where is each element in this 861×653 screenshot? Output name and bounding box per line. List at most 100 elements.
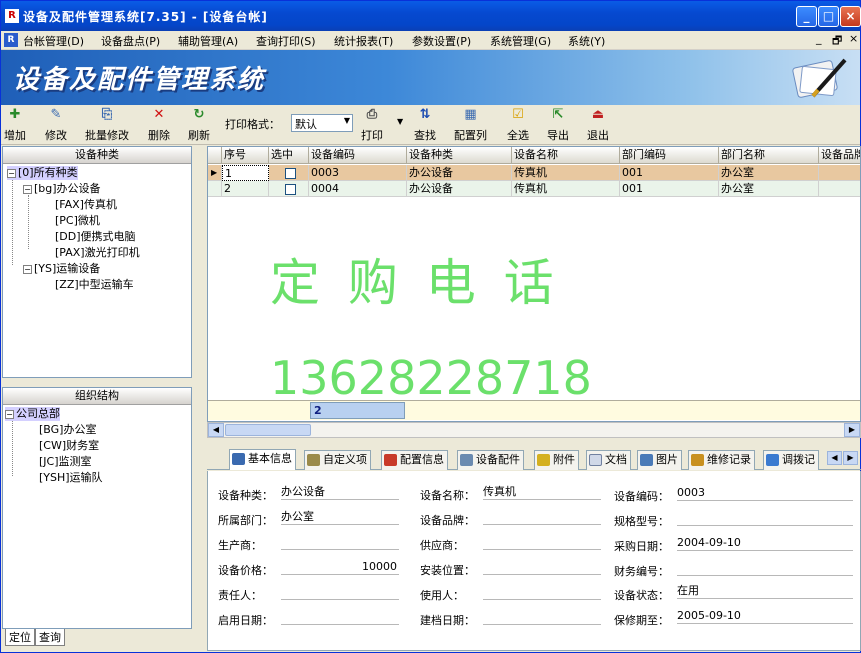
collapse-icon[interactable]: − (23, 264, 32, 274)
supplier-field[interactable] (483, 535, 601, 550)
find-button[interactable]: ⇅ 查找 (414, 107, 436, 143)
scroll-right-icon[interactable]: ▶ (844, 423, 860, 437)
tab-config-info[interactable]: 配置信息 (381, 450, 448, 470)
cell-no[interactable]: 1 (222, 165, 269, 181)
tab-device-parts[interactable]: 设备配件 (457, 450, 524, 470)
purchase-date-field[interactable]: 2004-09-10 (677, 536, 853, 551)
device-name-field[interactable]: 传真机 (483, 485, 601, 500)
maker-field[interactable] (281, 535, 399, 550)
device-code-field[interactable]: 0003 (677, 486, 853, 501)
menu-ledger[interactable]: 台帐管理(D) (23, 33, 84, 49)
minimize-button[interactable]: _ (796, 6, 817, 27)
dept-field[interactable]: 办公室 (281, 510, 399, 525)
mdi-restore-icon[interactable]: 🗗 (832, 32, 842, 51)
tree-node-laser-printer[interactable]: [PAX]激光打印机 (55, 246, 140, 260)
col-header-selected[interactable]: 选中 (269, 147, 309, 164)
tab-repair-records[interactable]: 维修记录 (688, 450, 755, 470)
mdi-minimize-icon[interactable]: _ (816, 32, 822, 45)
print-button[interactable]: ⎙ 打印 (361, 107, 383, 143)
row-checkbox[interactable] (285, 183, 296, 195)
print-format-select[interactable]: 默认 ▼ (291, 114, 353, 132)
scroll-left-icon[interactable]: ◀ (208, 423, 224, 437)
tab-transfer[interactable]: 调拨记 (763, 450, 819, 470)
tree-node-laptop[interactable]: [DD]便携式电脑 (55, 230, 136, 244)
tree-node-finance[interactable]: [CW]财务室 (39, 439, 99, 453)
collapse-icon[interactable]: − (5, 409, 14, 419)
add-button[interactable]: ✚ 增加 (4, 107, 26, 143)
parts-icon (460, 454, 473, 466)
owner-field[interactable] (281, 585, 399, 600)
menu-system[interactable]: 系统(Y) (568, 33, 605, 49)
device-type-field[interactable]: 办公设备 (281, 485, 399, 500)
menu-parameters[interactable]: 参数设置(P) (412, 33, 471, 49)
tab-query[interactable]: 查询 (35, 629, 65, 646)
select-all-button[interactable]: ☑ 全选 (507, 107, 529, 143)
user-field[interactable] (483, 585, 601, 600)
tree-node-monitoring[interactable]: [JC]监测室 (39, 455, 92, 469)
tab-basic-info[interactable]: 基本信息 (229, 449, 296, 470)
warranty-field[interactable]: 2005-09-10 (677, 609, 853, 624)
menu-reports[interactable]: 统计报表(T) (334, 33, 393, 49)
maximize-button[interactable]: □ (818, 6, 839, 27)
collapse-icon[interactable]: − (23, 184, 32, 194)
menu-system-admin[interactable]: 系统管理(G) (490, 33, 551, 49)
refresh-button[interactable]: ↻ 刷新 (188, 107, 210, 143)
menu-query-print[interactable]: 查询打印(S) (256, 33, 316, 49)
menu-auxiliary[interactable]: 辅助管理(A) (178, 33, 238, 49)
grid-horizontal-scrollbar[interactable]: ◀ ▶ (207, 422, 861, 438)
price-field[interactable]: 10000 (281, 560, 399, 575)
edit-button[interactable]: ✎ 修改 (45, 107, 67, 143)
collapse-icon[interactable]: − (7, 168, 16, 178)
col-header-device-code[interactable]: 设备编码 (309, 147, 407, 164)
exit-button[interactable]: ⏏ 退出 (587, 107, 609, 143)
tree-node-transport-team[interactable]: [YSH]运输队 (39, 471, 103, 485)
print-dropdown-icon[interactable]: ▼ (397, 117, 403, 126)
dept-label: 所属部门： (218, 514, 273, 527)
close-button[interactable]: × (840, 6, 861, 27)
tab-locate[interactable]: 定位 (5, 629, 35, 646)
install-location-field[interactable] (483, 560, 601, 575)
brand-field[interactable] (483, 510, 601, 525)
tree-node-all-types[interactable]: − [0]所有种类 (7, 166, 78, 180)
tabs-scroll-right-icon[interactable]: ▶ (843, 451, 858, 465)
tabs-scroll-left-icon[interactable]: ◀ (827, 451, 842, 465)
table-row[interactable]: ▶ 1 0003 办公设备 传真机 001 办公室 (208, 165, 860, 181)
price-label: 设备价格： (218, 564, 273, 577)
start-date-field[interactable] (281, 610, 399, 625)
col-header-dept-code[interactable]: 部门编码 (620, 147, 719, 164)
tree-node-pc[interactable]: [PC]微机 (55, 214, 100, 228)
row-checkbox[interactable] (285, 167, 296, 179)
tree-node-transport[interactable]: − [YS]运输设备 (23, 262, 100, 276)
tree-node-headquarters[interactable]: − 公司总部 (5, 407, 60, 421)
tab-documents[interactable]: 文档 (586, 450, 631, 470)
batch-edit-button[interactable]: ⎘ 批量修改 (85, 107, 129, 143)
tab-custom-items[interactable]: 自定义项 (304, 450, 371, 470)
export-button[interactable]: ⇱ 导出 (547, 107, 569, 143)
model-field[interactable] (677, 511, 853, 526)
scroll-thumb[interactable] (225, 424, 311, 436)
file-date-field[interactable] (483, 610, 601, 625)
tree-node-office-equipment[interactable]: − [bg]办公设备 (23, 182, 101, 196)
tree-node-office[interactable]: [BG]办公室 (39, 423, 96, 437)
tab-images[interactable]: 图片 (637, 450, 682, 470)
device-status-field[interactable]: 在用 (677, 584, 853, 599)
col-header-dept-name[interactable]: 部门名称 (719, 147, 819, 164)
tree-line (12, 420, 13, 476)
col-header-device-name[interactable]: 设备名称 (512, 147, 620, 164)
delete-button[interactable]: ✕ 删除 (148, 107, 170, 143)
mdi-close-icon[interactable]: × (849, 32, 858, 45)
tab-attachments[interactable]: 附件 (534, 450, 579, 470)
tree-node-medium-truck[interactable]: [ZZ]中型运输车 (55, 278, 134, 292)
finance-no-field[interactable] (677, 561, 853, 576)
col-header-no[interactable]: 序号 (222, 147, 269, 164)
cell-selected[interactable] (269, 181, 309, 197)
cell-selected[interactable] (269, 165, 309, 181)
config-columns-button[interactable]: ▦ 配置列 (454, 107, 487, 143)
cell-no[interactable]: 2 (222, 181, 269, 197)
device-type-panel: 设备种类 − [0]所有种类 − [bg]办公设备 [FAX]传真机 [PC]微机 … (2, 146, 192, 378)
table-row[interactable]: 2 0004 办公设备 传真机 001 办公室 (208, 181, 860, 197)
tree-node-fax[interactable]: [FAX]传真机 (55, 198, 117, 212)
col-header-brand[interactable]: 设备品牌 (819, 147, 860, 164)
menu-inventory[interactable]: 设备盘点(P) (101, 33, 160, 49)
col-header-device-type[interactable]: 设备种类 (407, 147, 512, 164)
